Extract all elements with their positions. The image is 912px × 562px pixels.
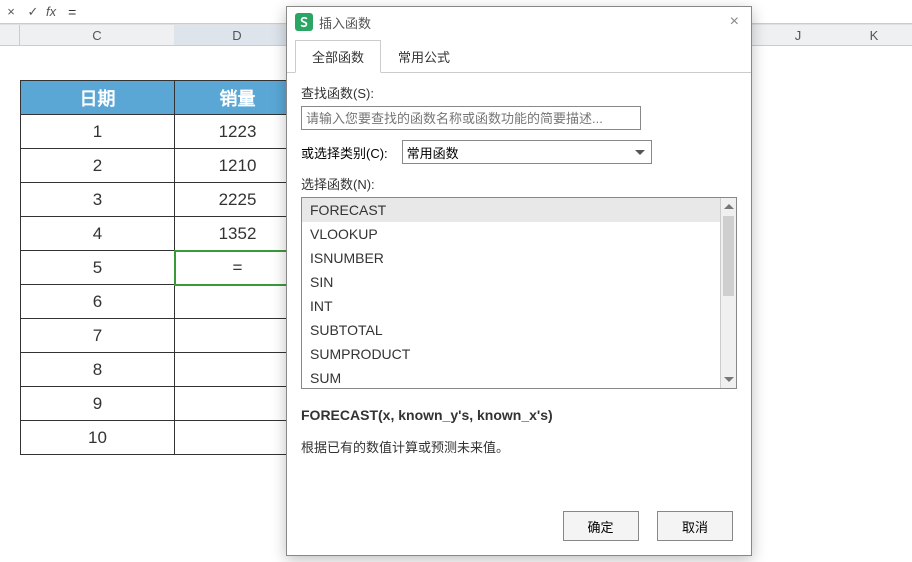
list-item[interactable]: SUMPRODUCT xyxy=(302,342,720,366)
scrollbar[interactable] xyxy=(720,198,736,388)
app-logo-icon xyxy=(295,13,313,31)
col-header[interactable]: D xyxy=(174,25,300,45)
confirm-icon[interactable]: ✓ xyxy=(22,4,44,20)
category-label: 或选择类别(C): xyxy=(301,143,388,162)
list-item[interactable]: SUM xyxy=(302,366,720,390)
list-label: 选择函数(N): xyxy=(301,174,737,193)
search-input[interactable] xyxy=(301,106,641,130)
tab-all-functions[interactable]: 全部函数 xyxy=(295,40,381,73)
close-icon[interactable]: × xyxy=(726,13,743,31)
scroll-down-icon[interactable] xyxy=(721,372,736,388)
ok-button[interactable]: 确定 xyxy=(563,511,639,541)
table-row: 21210 xyxy=(21,149,301,183)
search-label: 查找函数(S): xyxy=(301,83,737,102)
table-header: 日期 xyxy=(21,81,175,115)
table-row: 10 xyxy=(21,421,301,455)
dialog-tabs: 全部函数 常用公式 xyxy=(287,39,751,73)
table-row: 9 xyxy=(21,387,301,421)
col-header[interactable]: J xyxy=(760,25,836,45)
col-header[interactable]: K xyxy=(836,25,912,45)
list-item[interactable]: SUBTOTAL xyxy=(302,318,720,342)
table-row: 8 xyxy=(21,353,301,387)
insert-function-dialog: 插入函数 × 全部函数 常用公式 查找函数(S): 或选择类别(C): 常用函数… xyxy=(286,6,752,556)
formula-value[interactable]: = xyxy=(60,4,76,20)
function-list: FORECAST VLOOKUP ISNUMBER SIN INT SUBTOT… xyxy=(301,197,737,389)
editing-cell[interactable]: = xyxy=(175,251,301,285)
col-header[interactable]: C xyxy=(20,25,174,45)
function-signature: FORECAST(x, known_y's, known_x's) xyxy=(301,407,737,423)
table-row: 6 xyxy=(21,285,301,319)
table-row: 5= xyxy=(21,251,301,285)
fx-icon[interactable]: fx xyxy=(44,4,60,19)
list-item[interactable]: SIN xyxy=(302,270,720,294)
cancel-button[interactable]: 取消 xyxy=(657,511,733,541)
table-row: 41352 xyxy=(21,217,301,251)
category-value: 常用函数 xyxy=(407,143,459,162)
scroll-thumb[interactable] xyxy=(723,216,734,296)
list-item[interactable]: ISNUMBER xyxy=(302,246,720,270)
list-item[interactable]: VLOOKUP xyxy=(302,222,720,246)
list-item[interactable]: FORECAST xyxy=(302,198,720,222)
function-description: 根据已有的数值计算或预测未来值。 xyxy=(301,437,737,456)
table-row: 32225 xyxy=(21,183,301,217)
scroll-up-icon[interactable] xyxy=(721,198,736,214)
list-item[interactable]: INT xyxy=(302,294,720,318)
data-table: 日期 销量 11223 21210 32225 41352 5= 6 7 8 9… xyxy=(20,80,301,455)
table-row: 11223 xyxy=(21,115,301,149)
cancel-icon[interactable]: × xyxy=(0,4,22,19)
table-header: 销量 xyxy=(175,81,301,115)
dialog-title: 插入函数 xyxy=(319,13,726,32)
table-row: 7 xyxy=(21,319,301,353)
tab-common-formulas[interactable]: 常用公式 xyxy=(381,40,467,73)
category-select[interactable]: 常用函数 xyxy=(402,140,652,164)
